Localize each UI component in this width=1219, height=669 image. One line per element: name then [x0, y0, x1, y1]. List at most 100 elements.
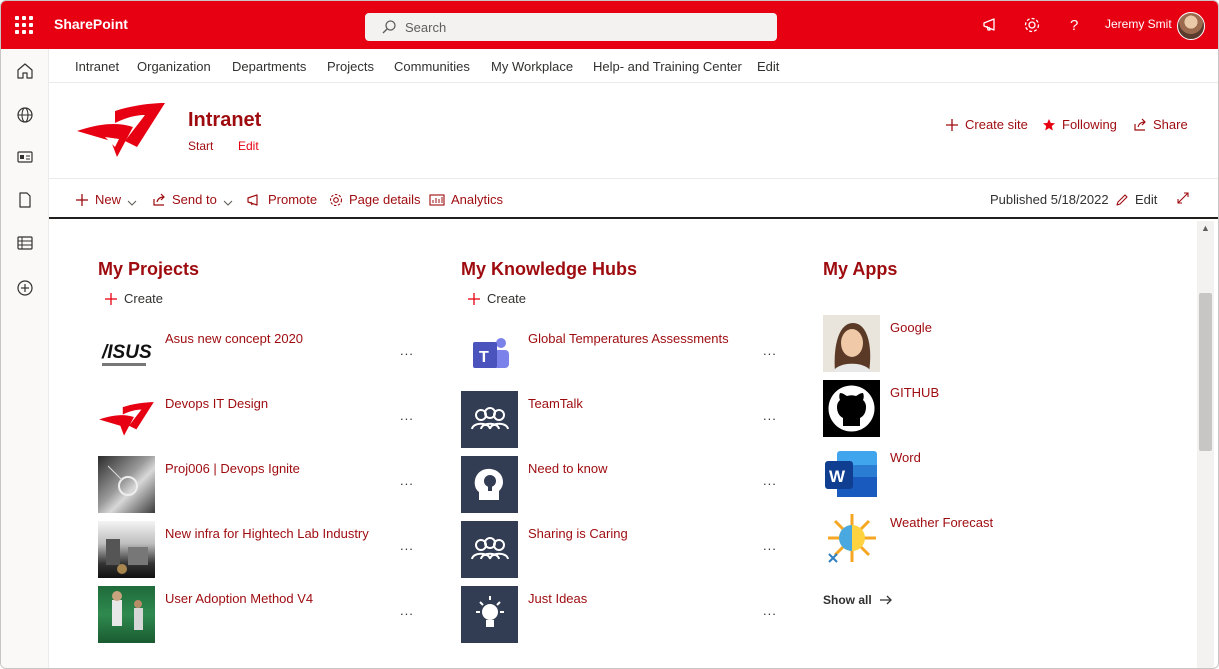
more-options-icon[interactable]: ...: [400, 343, 414, 358]
hub-title[interactable]: TeamTalk: [528, 396, 583, 411]
document-icon[interactable]: [16, 191, 34, 209]
hubnav-communities[interactable]: Communities: [394, 59, 470, 74]
app-title[interactable]: Weather Forecast: [890, 515, 993, 530]
megaphone-icon[interactable]: [981, 15, 1001, 35]
hub-title[interactable]: Need to know: [528, 461, 608, 476]
create-site-button[interactable]: Create site: [945, 117, 1028, 132]
megaphone-icon: [247, 194, 258, 206]
project-item[interactable]: New infra for Hightech Lab Industry ...: [98, 521, 428, 579]
show-all-link[interactable]: Show all: [823, 593, 893, 607]
more-options-icon[interactable]: ...: [763, 343, 777, 358]
project-title[interactable]: User Adoption Method V4: [165, 591, 313, 606]
apps-title[interactable]: My Apps: [823, 259, 897, 280]
more-options-icon[interactable]: ...: [400, 473, 414, 488]
following-button[interactable]: Following: [1042, 117, 1117, 132]
edit-page-label: Edit: [1135, 192, 1158, 207]
badminton-photo-thumbnail: [98, 586, 155, 643]
site-title[interactable]: Intranet: [188, 109, 261, 132]
hub-item[interactable]: Need to know ...: [461, 456, 791, 514]
hubnav-help-training[interactable]: Help- and Training Center: [593, 59, 742, 74]
chevron-down-icon: [223, 200, 233, 206]
app-title[interactable]: Google: [890, 320, 932, 335]
app-item[interactable]: Weather Forecast: [823, 510, 1123, 568]
more-options-icon[interactable]: ...: [763, 408, 777, 423]
globe-icon[interactable]: [16, 106, 34, 124]
hub-item[interactable]: TeamTalk ...: [461, 391, 791, 449]
site-logo[interactable]: [75, 101, 167, 161]
hub-title[interactable]: Global Temperatures Assessments: [528, 331, 729, 346]
hubnav-projects[interactable]: Projects: [327, 59, 374, 74]
lists-icon[interactable]: [16, 234, 34, 252]
page-details-label: Page details: [349, 192, 421, 207]
svg-text:T: T: [479, 349, 489, 366]
more-options-icon[interactable]: ...: [763, 473, 777, 488]
app-item[interactable]: GITHUB: [823, 380, 1123, 438]
projects-create-label: Create: [124, 291, 164, 306]
project-item[interactable]: User Adoption Method V4 ...: [98, 586, 428, 644]
project-item[interactable]: /ISUS Asus new concept 2020 ...: [98, 326, 428, 384]
hub-title[interactable]: Sharing is Caring: [528, 526, 628, 541]
scroll-up-arrow-icon[interactable]: ▲: [1201, 223, 1210, 233]
knowledge-hubs-webpart: My Knowledge Hubs Create T Global Temper…: [461, 221, 791, 661]
site-header: Intranet Start Edit Create site Followin…: [49, 83, 1218, 179]
asus-logo-thumbnail: /ISUS: [98, 326, 155, 383]
more-options-icon[interactable]: ...: [763, 603, 777, 618]
news-icon[interactable]: [16, 148, 34, 166]
user-avatar[interactable]: [1177, 12, 1205, 40]
edit-page-button[interactable]: Edit: [1115, 192, 1157, 207]
project-title[interactable]: Proj006 | Devops Ignite: [165, 461, 300, 476]
app-launcher-icon[interactable]: [15, 16, 33, 34]
hub-item[interactable]: Just Ideas ...: [461, 586, 791, 644]
share-button[interactable]: Share: [1133, 117, 1188, 132]
scrollbar-thumb[interactable]: [1199, 293, 1212, 451]
project-item[interactable]: Proj006 | Devops Ignite ...: [98, 456, 428, 514]
analytics-button[interactable]: Analytics: [429, 192, 503, 207]
plus-icon: [946, 119, 958, 131]
project-title[interactable]: Devops IT Design: [165, 396, 268, 411]
project-item[interactable]: Devops IT Design ...: [98, 391, 428, 449]
plus-icon: [468, 293, 480, 305]
share-icon: [153, 193, 165, 206]
hubnav-organization[interactable]: Organization: [137, 59, 211, 74]
create-add-icon[interactable]: [16, 279, 34, 297]
search-box[interactable]: Search: [365, 13, 777, 41]
app-item[interactable]: W Word: [823, 445, 1123, 503]
promote-button[interactable]: Promote: [246, 192, 317, 207]
more-options-icon[interactable]: ...: [400, 603, 414, 618]
project-title[interactable]: New infra for Hightech Lab Industry: [165, 526, 369, 541]
hubnav-edit[interactable]: Edit: [757, 59, 779, 74]
user-name[interactable]: Jeremy Smit: [1105, 17, 1172, 31]
expand-icon[interactable]: [1176, 191, 1190, 205]
send-to-button[interactable]: Send to: [152, 192, 233, 207]
hubs-create-button[interactable]: Create: [467, 291, 526, 306]
projects-title[interactable]: My Projects: [98, 259, 199, 280]
site-link-start[interactable]: Start: [188, 139, 213, 153]
promote-label: Promote: [268, 192, 318, 207]
hub-title[interactable]: Just Ideas: [528, 591, 587, 606]
hubs-title[interactable]: My Knowledge Hubs: [461, 259, 637, 280]
site-link-edit[interactable]: Edit: [238, 139, 259, 153]
app-title[interactable]: Word: [890, 450, 921, 465]
hubnav-departments[interactable]: Departments: [232, 59, 306, 74]
hubnav-intranet[interactable]: Intranet: [75, 59, 119, 74]
new-button[interactable]: New: [75, 192, 137, 207]
page-details-button[interactable]: Page details: [329, 192, 421, 207]
hubnav-my-workplace[interactable]: My Workplace: [491, 59, 573, 74]
more-options-icon[interactable]: ...: [400, 538, 414, 553]
more-options-icon[interactable]: ...: [763, 538, 777, 553]
more-options-icon[interactable]: ...: [400, 408, 414, 423]
page-scrollbar[interactable]: ▲: [1197, 221, 1214, 668]
my-projects-webpart: My Projects Create /ISUS Asus new concep…: [98, 221, 428, 661]
svg-text:/ISUS: /ISUS: [101, 342, 152, 363]
app-item[interactable]: Google: [823, 315, 1123, 373]
hub-item[interactable]: T Global Temperatures Assessments ...: [461, 326, 791, 384]
project-title[interactable]: Asus new concept 2020: [165, 331, 303, 346]
app-name[interactable]: SharePoint: [54, 16, 128, 32]
plus-icon: [76, 194, 88, 206]
home-icon[interactable]: [16, 62, 34, 80]
app-title[interactable]: GITHUB: [890, 385, 939, 400]
projects-create-button[interactable]: Create: [104, 291, 163, 306]
help-icon[interactable]: ?: [1064, 15, 1084, 35]
hub-item[interactable]: Sharing is Caring ...: [461, 521, 791, 579]
settings-gear-icon[interactable]: [1022, 15, 1042, 35]
